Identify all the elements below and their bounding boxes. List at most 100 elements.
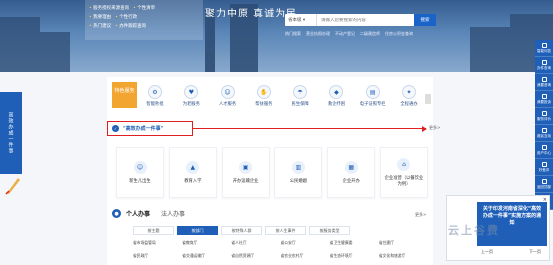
gaoxiao-cards: ☺ 新生儿出生 ▲ 教育入学 ▣ 开办运输企业 ▥ 公民婚姻 ▦ 企业开办 ⌂ 企业准营（以… [116, 147, 428, 198]
subtab[interactable]: 按人生事件 [265, 226, 306, 235]
search-input[interactable] [317, 17, 415, 23]
department-link[interactable]: 省农业农村厅 [281, 253, 330, 259]
service-icon: ◆ [329, 85, 344, 99]
gaoxiao-section-title: ✓ "高效办成一件事" [107, 121, 193, 136]
baby-icon: ☺ [133, 160, 147, 174]
sidebar-icon [541, 93, 547, 99]
service-icon: ✋ [256, 85, 271, 99]
tower-landmark [205, 10, 215, 72]
carousel-next-button[interactable] [425, 94, 431, 104]
person-icon: ● [112, 209, 121, 218]
service-icon: ✦ [401, 85, 416, 99]
mortarboard-icon: ▲ [186, 160, 200, 174]
service-icon: ☂ [293, 85, 308, 99]
hot-search-links: 热门搜索 营业执照办理 不动产登记 二级建造师 住房公积金查询 [285, 31, 445, 37]
department-link[interactable]: 省公安厅 [281, 240, 330, 246]
search-scope-select[interactable]: 省本级 ▾ [285, 14, 317, 26]
hot-link[interactable]: 不动产登记 [335, 31, 355, 37]
subtab-active[interactable]: 按部门 [177, 226, 218, 235]
sidebar-icon [541, 76, 547, 82]
notice-list: 服务授权来源查询个性清单 我要理由个性行政 热门建议办件跟踪查询 [85, 0, 203, 40]
department-link[interactable]: 省生态环境厅 [330, 253, 379, 259]
service-card[interactable]: ⌂ 企业准营（以餐饮业为例） [379, 147, 428, 198]
sidebar-item[interactable]: 智能问答 [535, 40, 553, 57]
sidebar-icon [541, 161, 547, 167]
sidebar-item[interactable]: 用户中心 [535, 142, 553, 159]
department-grid: 省市场监管局 省教育厅 省人社厅 省公安厅 省卫生健康委 省住建厅 省民政厅 省… [133, 240, 428, 259]
hot-link[interactable]: 二级建造师 [360, 31, 380, 37]
person-section-header: ● 个人办事 法人办事 [112, 209, 185, 218]
search-button[interactable]: 搜索 [414, 14, 436, 26]
watermark-logo: 云上谷费 [448, 224, 500, 237]
prev-page-link[interactable]: 上一页 [481, 249, 493, 255]
service-item[interactable]: ☺ 人才服务 [215, 85, 241, 107]
subtab[interactable]: 按服务类型 [309, 226, 350, 235]
hot-link[interactable]: 营业执照办理 [306, 31, 330, 37]
department-link[interactable]: 省民政厅 [133, 253, 182, 259]
service-card[interactable]: ▦ 企业开办 [327, 147, 376, 198]
service-item[interactable]: ⚙ 智能秒批 [142, 85, 168, 107]
service-card[interactable]: ☺ 新生儿出生 [116, 147, 164, 198]
subtab[interactable]: 按主题 [133, 226, 174, 235]
service-card[interactable]: ▥ 公民婚姻 [274, 147, 323, 198]
page: 聚力中原 真诚为民 服务授权来源查询个性清单 我要理由个性行政 热门建议办件跟踪… [0, 0, 553, 265]
department-link[interactable]: 省人社厅 [231, 240, 280, 246]
sidebar-item[interactable]: 服务评价 [535, 108, 553, 125]
sidebar-icon [541, 178, 547, 184]
skyline-building [0, 17, 40, 72]
sidebar-icon [541, 42, 547, 48]
notice-item[interactable]: 服务授权来源查询 [89, 4, 129, 13]
notice-item[interactable]: 办件跟踪查询 [115, 22, 146, 31]
sidebar-item[interactable]: 好差评 [535, 159, 553, 176]
annotation-arrow [193, 128, 426, 129]
sidebar-item[interactable]: 政民互动 [535, 125, 553, 142]
service-icon: ⚙ [148, 85, 162, 99]
notice-item[interactable]: 个性清单 [133, 4, 155, 13]
sidebar-item[interactable]: 我要投诉 [535, 91, 553, 108]
service-icon: ☺ [220, 85, 235, 99]
notice-item[interactable]: 热门建议 [89, 22, 111, 31]
service-item[interactable]: ✋ 帮扶服务 [251, 85, 277, 107]
department-link[interactable]: 省文化和旅游厅 [379, 253, 428, 259]
sidebar-item[interactable]: 返回顶部 [535, 176, 553, 193]
gaoxiao-more-link[interactable]: 更多> [429, 125, 440, 131]
featured-tag: 特色服务 [112, 82, 137, 108]
sidebar-item[interactable]: 办件查询 [535, 57, 553, 74]
sidebar-icon [541, 144, 547, 150]
tab-person[interactable]: 个人办事 [126, 209, 150, 218]
department-link[interactable]: 省自然资源厅 [231, 253, 280, 259]
right-sidebar: 智能问答 办件查询 我要咨询 我要投诉 服务评价 政民互动 用户中心 好差评 返… [535, 40, 553, 210]
featured-services: ⚙ 智能秒批 ♥ 为老服务 ☺ 人才服务 ✋ 帮扶服务 ☂ 民生保障 ◆ 救企纾困 ▤ 电子证… [142, 85, 422, 107]
department-link[interactable]: 省教育厅 [182, 240, 231, 246]
service-card[interactable]: ▲ 教育入学 [168, 147, 217, 198]
sidebar-icon [541, 59, 547, 65]
subtab[interactable]: 按特殊人群 [221, 226, 262, 235]
service-item[interactable]: ✦ 全程通办 [396, 85, 422, 107]
briefcase-icon: ▣ [239, 160, 253, 174]
department-link[interactable]: 省市场监管局 [133, 240, 182, 246]
notice-item[interactable]: 我要理由 [89, 13, 111, 22]
hot-link[interactable]: 热门搜索 [285, 31, 301, 37]
service-item[interactable]: ▤ 电子证照专栏 [360, 85, 386, 107]
left-float-banner[interactable]: 高效办成一件事 [0, 92, 22, 174]
person-more-link[interactable]: 更多> [415, 212, 426, 218]
person-subtabs: 按主题 按部门 按特殊人群 按人生事件 按服务类型 [133, 226, 428, 235]
hot-link[interactable]: 住房公积金查询 [385, 31, 413, 37]
service-card[interactable]: ▣ 开办运输企业 [221, 147, 270, 198]
notice-item[interactable]: 个性行政 [115, 13, 137, 22]
department-link[interactable]: 省卫生健康委 [330, 240, 379, 246]
service-item[interactable]: ◆ 救企纾困 [323, 85, 349, 107]
building-icon: ▥ [291, 160, 305, 174]
tab-corp[interactable]: 法人办事 [161, 209, 185, 218]
search-bar: 省本级 ▾ [285, 14, 415, 26]
service-item[interactable]: ♥ 为老服务 [178, 85, 204, 107]
annotation-arrowhead [422, 125, 427, 132]
service-item[interactable]: ☂ 民生保障 [287, 85, 313, 107]
department-link[interactable]: 省交通运输厅 [182, 253, 231, 259]
building-icon: ▦ [344, 160, 358, 174]
department-link[interactable]: 省住建厅 [379, 240, 428, 246]
sidebar-item[interactable]: 我要咨询 [535, 74, 553, 91]
next-page-link[interactable]: 下一页 [529, 249, 541, 255]
service-icon: ♥ [184, 85, 199, 99]
sidebar-icon [541, 127, 547, 133]
